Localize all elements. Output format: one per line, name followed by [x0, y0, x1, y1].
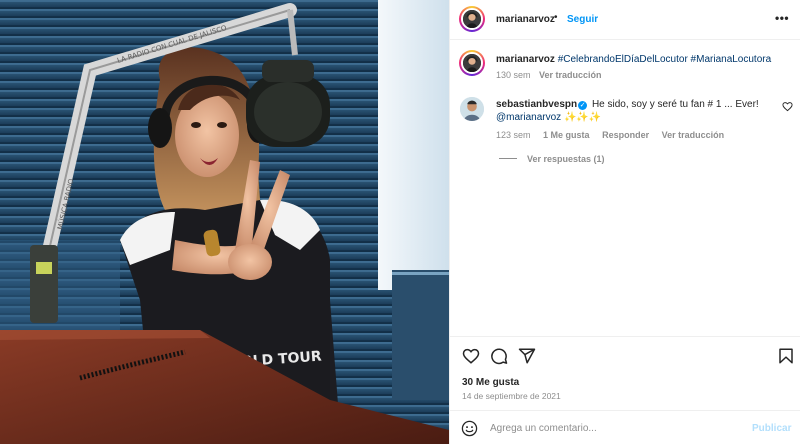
post-header: marianarvoz • Seguir •••: [450, 0, 800, 40]
follow-button[interactable]: Seguir: [567, 14, 598, 25]
comment-mention[interactable]: @marianarvoz: [496, 112, 561, 123]
more-options-icon[interactable]: •••: [775, 11, 789, 25]
post-side-panel: marianarvoz • Seguir ••• marianarvoz #Ce…: [449, 0, 800, 444]
caption-username[interactable]: marianarvoz: [496, 54, 555, 65]
caption-avatar-image: [463, 54, 481, 72]
publish-button[interactable]: Publicar: [752, 423, 791, 434]
likes-count[interactable]: 30 Me gusta: [462, 377, 519, 388]
share-paper-plane-icon[interactable]: [518, 347, 536, 365]
sparkles-emoji: ✨✨✨: [563, 112, 602, 123]
commenter-username[interactable]: sebastianbvespn: [496, 99, 577, 110]
commenter-avatar[interactable]: [460, 97, 484, 121]
view-replies-label: Ver respuestas (1): [527, 154, 605, 164]
verified-badge-icon: ✓: [578, 101, 588, 110]
comment-timestamp[interactable]: 123 sem: [496, 130, 531, 140]
studio-photo-illustration: WORLD TOUR 1979 LA RADIO CON CUAL DE JAL…: [0, 0, 449, 444]
caption-timestamp[interactable]: 130 sem: [496, 70, 531, 80]
save-bookmark-icon[interactable]: [777, 347, 795, 365]
caption-hashtags[interactable]: #CelebrandoElDíaDelLocutor #MarianaLocut…: [558, 54, 771, 65]
view-replies-button[interactable]: Ver respuestas (1): [499, 154, 605, 164]
instagram-post: WORLD TOUR 1979 LA RADIO CON CUAL DE JAL…: [0, 0, 800, 444]
comment-bubble-icon[interactable]: [490, 347, 508, 365]
reply-button[interactable]: Responder: [602, 130, 649, 140]
comment-text-line2: @marianarvoz ✨✨✨: [496, 111, 601, 124]
commenter-avatar-image: [460, 97, 484, 121]
caption-text: marianarvoz #CelebrandoElDíaDelLocutor #…: [496, 53, 796, 66]
replies-divider: [499, 158, 517, 159]
author-username[interactable]: marianarvoz: [496, 14, 555, 25]
comment-body: He sido, soy y seré tu fan # 1 ... Ever!: [591, 99, 759, 110]
caption-translate-link[interactable]: Ver traducción: [539, 70, 602, 80]
comment-meta: 123 sem 1 Me gusta Responder Ver traducc…: [496, 130, 734, 140]
author-avatar[interactable]: [459, 6, 485, 32]
comment-translate-link[interactable]: Ver traducción: [662, 130, 725, 140]
emoji-smiley-icon[interactable]: [461, 420, 478, 437]
like-heart-icon[interactable]: [462, 347, 480, 365]
comment-text: sebastianbvespn ✓ He sido, soy y seré tu …: [496, 98, 759, 111]
caption-avatar[interactable]: [459, 50, 485, 76]
header-separator: •: [554, 12, 558, 23]
comment-like-heart-icon[interactable]: [782, 101, 793, 112]
post-photo[interactable]: WORLD TOUR 1979 LA RADIO CON CUAL DE JAL…: [0, 0, 449, 444]
comment-likes[interactable]: 1 Me gusta: [543, 130, 590, 140]
author-avatar-image: [463, 10, 481, 28]
add-comment-input[interactable]: [490, 420, 740, 437]
post-date[interactable]: 14 de septiembre de 2021: [462, 391, 561, 401]
comment-composer: Publicar: [450, 410, 800, 444]
